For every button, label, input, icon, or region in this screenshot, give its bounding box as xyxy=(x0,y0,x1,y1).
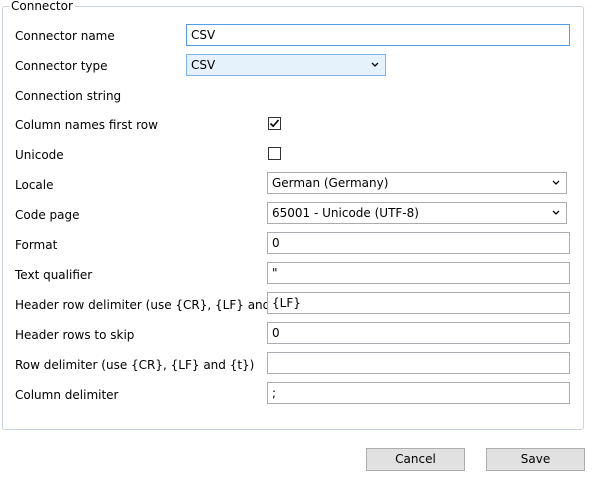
connector-type-value: CSV xyxy=(191,58,216,72)
column-names-first-row-label: Column names first row xyxy=(15,118,158,132)
code-page-select[interactable]: 65001 - Unicode (UTF-8) xyxy=(267,202,567,224)
header-row-delimiter-input[interactable]: {LF} xyxy=(267,292,570,314)
locale-label: Locale xyxy=(15,178,54,192)
connector-type-label: Connector type xyxy=(15,59,108,73)
header-row-delimiter-value: {LF} xyxy=(272,296,301,310)
chevron-down-icon xyxy=(552,210,560,215)
header-rows-to-skip-input[interactable]: 0 xyxy=(267,322,570,344)
unicode-label: Unicode xyxy=(15,148,64,162)
column-delimiter-value: ; xyxy=(272,386,277,400)
column-delimiter-label: Column delimiter xyxy=(15,388,119,402)
connector-name-label: Connector name xyxy=(15,29,115,43)
chevron-down-icon xyxy=(371,62,379,67)
format-value: 0 xyxy=(272,236,280,250)
unicode-checkbox[interactable] xyxy=(268,147,281,160)
group-title: Connector xyxy=(9,0,75,13)
chevron-down-icon xyxy=(552,180,560,185)
connector-dialog: Connector Connector name CSV Connector t… xyxy=(0,0,592,477)
connection-string-label: Connection string xyxy=(15,89,122,103)
connector-type-select[interactable]: CSV xyxy=(186,54,386,76)
locale-select[interactable]: German (Germany) xyxy=(267,172,567,194)
row-delimiter-input[interactable] xyxy=(267,352,570,374)
header-rows-to-skip-value: 0 xyxy=(272,326,280,340)
code-page-label: Code page xyxy=(15,208,80,222)
cancel-button[interactable]: Cancel xyxy=(366,448,465,471)
header-rows-to-skip-label: Header rows to skip xyxy=(15,328,135,342)
text-qualifier-input[interactable]: " xyxy=(267,262,570,284)
column-names-first-row-checkbox[interactable] xyxy=(268,117,281,130)
code-page-value: 65001 - Unicode (UTF-8) xyxy=(272,206,419,220)
locale-value: German (Germany) xyxy=(272,176,389,190)
column-delimiter-input[interactable]: ; xyxy=(267,382,570,404)
text-qualifier-label: Text qualifier xyxy=(15,268,93,282)
format-label: Format xyxy=(15,238,58,252)
checkmark-icon xyxy=(269,119,280,128)
save-button[interactable]: Save xyxy=(486,448,585,471)
row-delimiter-label: Row delimiter (use {CR}, {LF} and {t}) xyxy=(15,358,255,372)
connector-name-value: CSV xyxy=(191,28,216,42)
text-qualifier-value: " xyxy=(272,266,278,280)
connector-name-input[interactable]: CSV xyxy=(186,24,570,46)
header-row-delimiter-label: Header row delimiter (use {CR}, {LF} and… xyxy=(15,298,299,312)
format-input[interactable]: 0 xyxy=(267,232,570,254)
